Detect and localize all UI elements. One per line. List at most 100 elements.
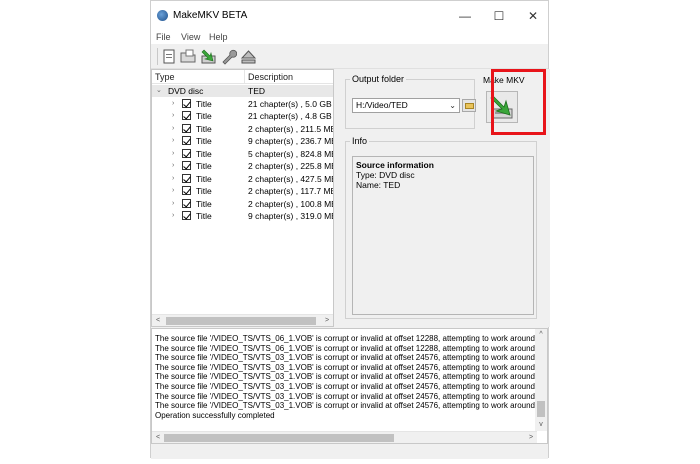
chevron-right-icon[interactable]: ›: [172, 135, 180, 147]
table-row[interactable]: › Title 21 chapter(s) , 4.8 GB (l: [152, 110, 333, 122]
tree-cell-type: Title: [196, 161, 212, 171]
window-title: MakeMKV BETA: [173, 10, 248, 21]
makemkv-app-icon: [157, 10, 168, 21]
settings-wrench-icon[interactable]: [220, 48, 238, 65]
column-divider[interactable]: [244, 70, 245, 84]
tree-horizontal-scrollbar[interactable]: < >: [152, 314, 333, 326]
tree-cell-description: 2 chapter(s) , 117.7 MB: [248, 186, 334, 196]
log-line: The source file '/VIDEO_TS/VTS_06_1.VOB'…: [155, 334, 535, 343]
eject-icon[interactable]: [240, 48, 257, 65]
chevron-right-icon[interactable]: ›: [172, 198, 180, 210]
tree-cell-description: 9 chapter(s) , 236.7 MB: [248, 136, 334, 146]
title-checkbox[interactable]: [182, 198, 191, 208]
info-label: Info: [350, 136, 370, 146]
table-row[interactable]: › Title 21 chapter(s) , 5.0 GB (l: [152, 98, 333, 110]
title-checkbox[interactable]: [182, 211, 191, 220]
tree-cell-type: Title: [196, 148, 212, 159]
tree-cell-description: 9 chapter(s) , 319.0 MB: [248, 211, 334, 221]
table-row[interactable]: › Title 2 chapter(s) , 100.8 MB: [152, 198, 333, 210]
open-folder-icon[interactable]: [180, 48, 197, 65]
tree-cell-description: 21 chapter(s) , 4.8 GB (l: [248, 111, 334, 121]
table-row[interactable]: › Title 9 chapter(s) , 236.7 MB: [152, 135, 333, 147]
title-checkbox[interactable]: [182, 98, 191, 108]
scroll-right-arrow[interactable]: >: [525, 432, 537, 443]
chevron-right-icon[interactable]: ›: [172, 148, 180, 160]
status-bar: [151, 445, 548, 459]
maximize-button[interactable]: ☐: [485, 7, 513, 25]
table-row[interactable]: › Title 5 chapter(s) , 824.8 MB: [152, 148, 333, 160]
scroll-down-arrow[interactable]: v: [535, 419, 547, 431]
tree-cell-type: Title: [196, 211, 212, 221]
title-checkbox[interactable]: [182, 111, 191, 120]
title-checkbox[interactable]: [182, 148, 191, 158]
tree-cell-description: 2 chapter(s) , 225.8 MB: [248, 161, 334, 171]
scroll-right-arrow[interactable]: >: [321, 315, 333, 326]
log-horizontal-scrollbar[interactable]: < >: [152, 431, 537, 443]
info-name-line: Name: TED: [356, 180, 401, 190]
title-tree[interactable]: Type Description ⌄ DVD disc TED › Title …: [151, 69, 334, 327]
menu-bar: File View Help: [151, 31, 548, 44]
scroll-left-arrow[interactable]: <: [152, 315, 164, 326]
column-header-type[interactable]: Type: [155, 72, 175, 82]
scroll-thumb[interactable]: [537, 401, 545, 417]
chevron-right-icon[interactable]: ›: [172, 123, 180, 135]
info-text-box[interactable]: Source information Type: DVD disc Name: …: [352, 156, 534, 315]
open-file-icon[interactable]: [161, 48, 178, 65]
menu-file[interactable]: File: [156, 32, 171, 42]
tree-cell-description: 2 chapter(s) , 427.5 MB: [248, 173, 334, 184]
scroll-thumb[interactable]: [166, 317, 316, 325]
output-folder-value: H:/Video/TED: [356, 100, 408, 110]
table-row[interactable]: › Title 2 chapter(s) , 427.5 MB: [152, 173, 333, 185]
log-line: The source file '/VIDEO_TS/VTS_06_1.VOB'…: [155, 343, 535, 353]
tree-cell-type: Title: [196, 111, 212, 121]
chevron-right-icon[interactable]: ›: [172, 173, 180, 185]
tree-row-dvd-disc[interactable]: ⌄ DVD disc TED: [152, 85, 333, 97]
log-line: The source file '/VIDEO_TS/VTS_03_1.VOB'…: [155, 391, 535, 401]
tree-cell-description: 2 chapter(s) , 100.8 MB: [248, 198, 334, 209]
save-mkv-icon[interactable]: [200, 48, 217, 65]
chevron-down-icon[interactable]: ⌄: [156, 85, 164, 97]
tree-cell-description: TED: [248, 86, 265, 96]
table-row[interactable]: › Title 2 chapter(s) , 225.8 MB: [152, 160, 333, 172]
info-heading: Source information: [356, 160, 434, 170]
column-header-description[interactable]: Description: [248, 72, 293, 82]
make-mkv-highlight-box: [491, 69, 546, 135]
tree-cell-type: Title: [196, 136, 212, 146]
log-line: Operation successfully completed: [155, 410, 275, 420]
menu-view[interactable]: View: [181, 32, 200, 42]
chevron-right-icon[interactable]: ›: [172, 98, 180, 110]
menu-help[interactable]: Help: [209, 32, 228, 42]
log-line: The source file '/VIDEO_TS/VTS_03_1.VOB'…: [155, 372, 535, 382]
chevron-right-icon[interactable]: ›: [172, 210, 180, 222]
title-checkbox[interactable]: [182, 173, 191, 183]
title-checkbox[interactable]: [182, 136, 191, 145]
tree-cell-description: 2 chapter(s) , 211.5 MB: [248, 123, 334, 134]
close-button[interactable]: ✕: [519, 7, 547, 25]
title-bar: MakeMKV BETA — ☐ ✕: [151, 1, 548, 31]
scroll-up-arrow[interactable]: ^: [535, 329, 547, 341]
table-row[interactable]: › Title 2 chapter(s) , 117.7 MB: [152, 185, 333, 197]
log-line: The source file '/VIDEO_TS/VTS_03_1.VOB'…: [155, 362, 535, 372]
title-checkbox[interactable]: [182, 123, 191, 133]
toolbar-grip: [157, 48, 158, 65]
log-line: The source file '/VIDEO_TS/VTS_03_1.VOB'…: [155, 401, 535, 411]
tree-cell-type: DVD disc: [168, 86, 204, 96]
chevron-right-icon[interactable]: ›: [172, 160, 180, 172]
tree-cell-type: Title: [196, 186, 212, 196]
chevron-right-icon[interactable]: ›: [172, 110, 180, 122]
scroll-thumb[interactable]: [164, 434, 394, 442]
tree-cell-type: Title: [196, 123, 212, 134]
tree-cell-type: Title: [196, 98, 212, 109]
table-row[interactable]: › Title 2 chapter(s) , 211.5 MB: [152, 123, 333, 135]
table-row[interactable]: › Title 9 chapter(s) , 319.0 MB: [152, 210, 333, 222]
title-checkbox[interactable]: [182, 186, 191, 195]
output-folder-select[interactable]: H:/Video/TED ⌄: [352, 98, 460, 113]
chevron-down-icon[interactable]: ⌄: [449, 99, 456, 112]
scroll-left-arrow[interactable]: <: [152, 432, 164, 443]
minimize-button[interactable]: —: [451, 7, 479, 25]
chevron-right-icon[interactable]: ›: [172, 185, 180, 197]
browse-folder-button[interactable]: [462, 99, 476, 112]
title-checkbox[interactable]: [182, 161, 191, 170]
log-output[interactable]: The source file '/VIDEO_TS/VTS_06_1.VOB'…: [151, 328, 548, 444]
log-vertical-scrollbar[interactable]: ^ v: [535, 329, 547, 431]
